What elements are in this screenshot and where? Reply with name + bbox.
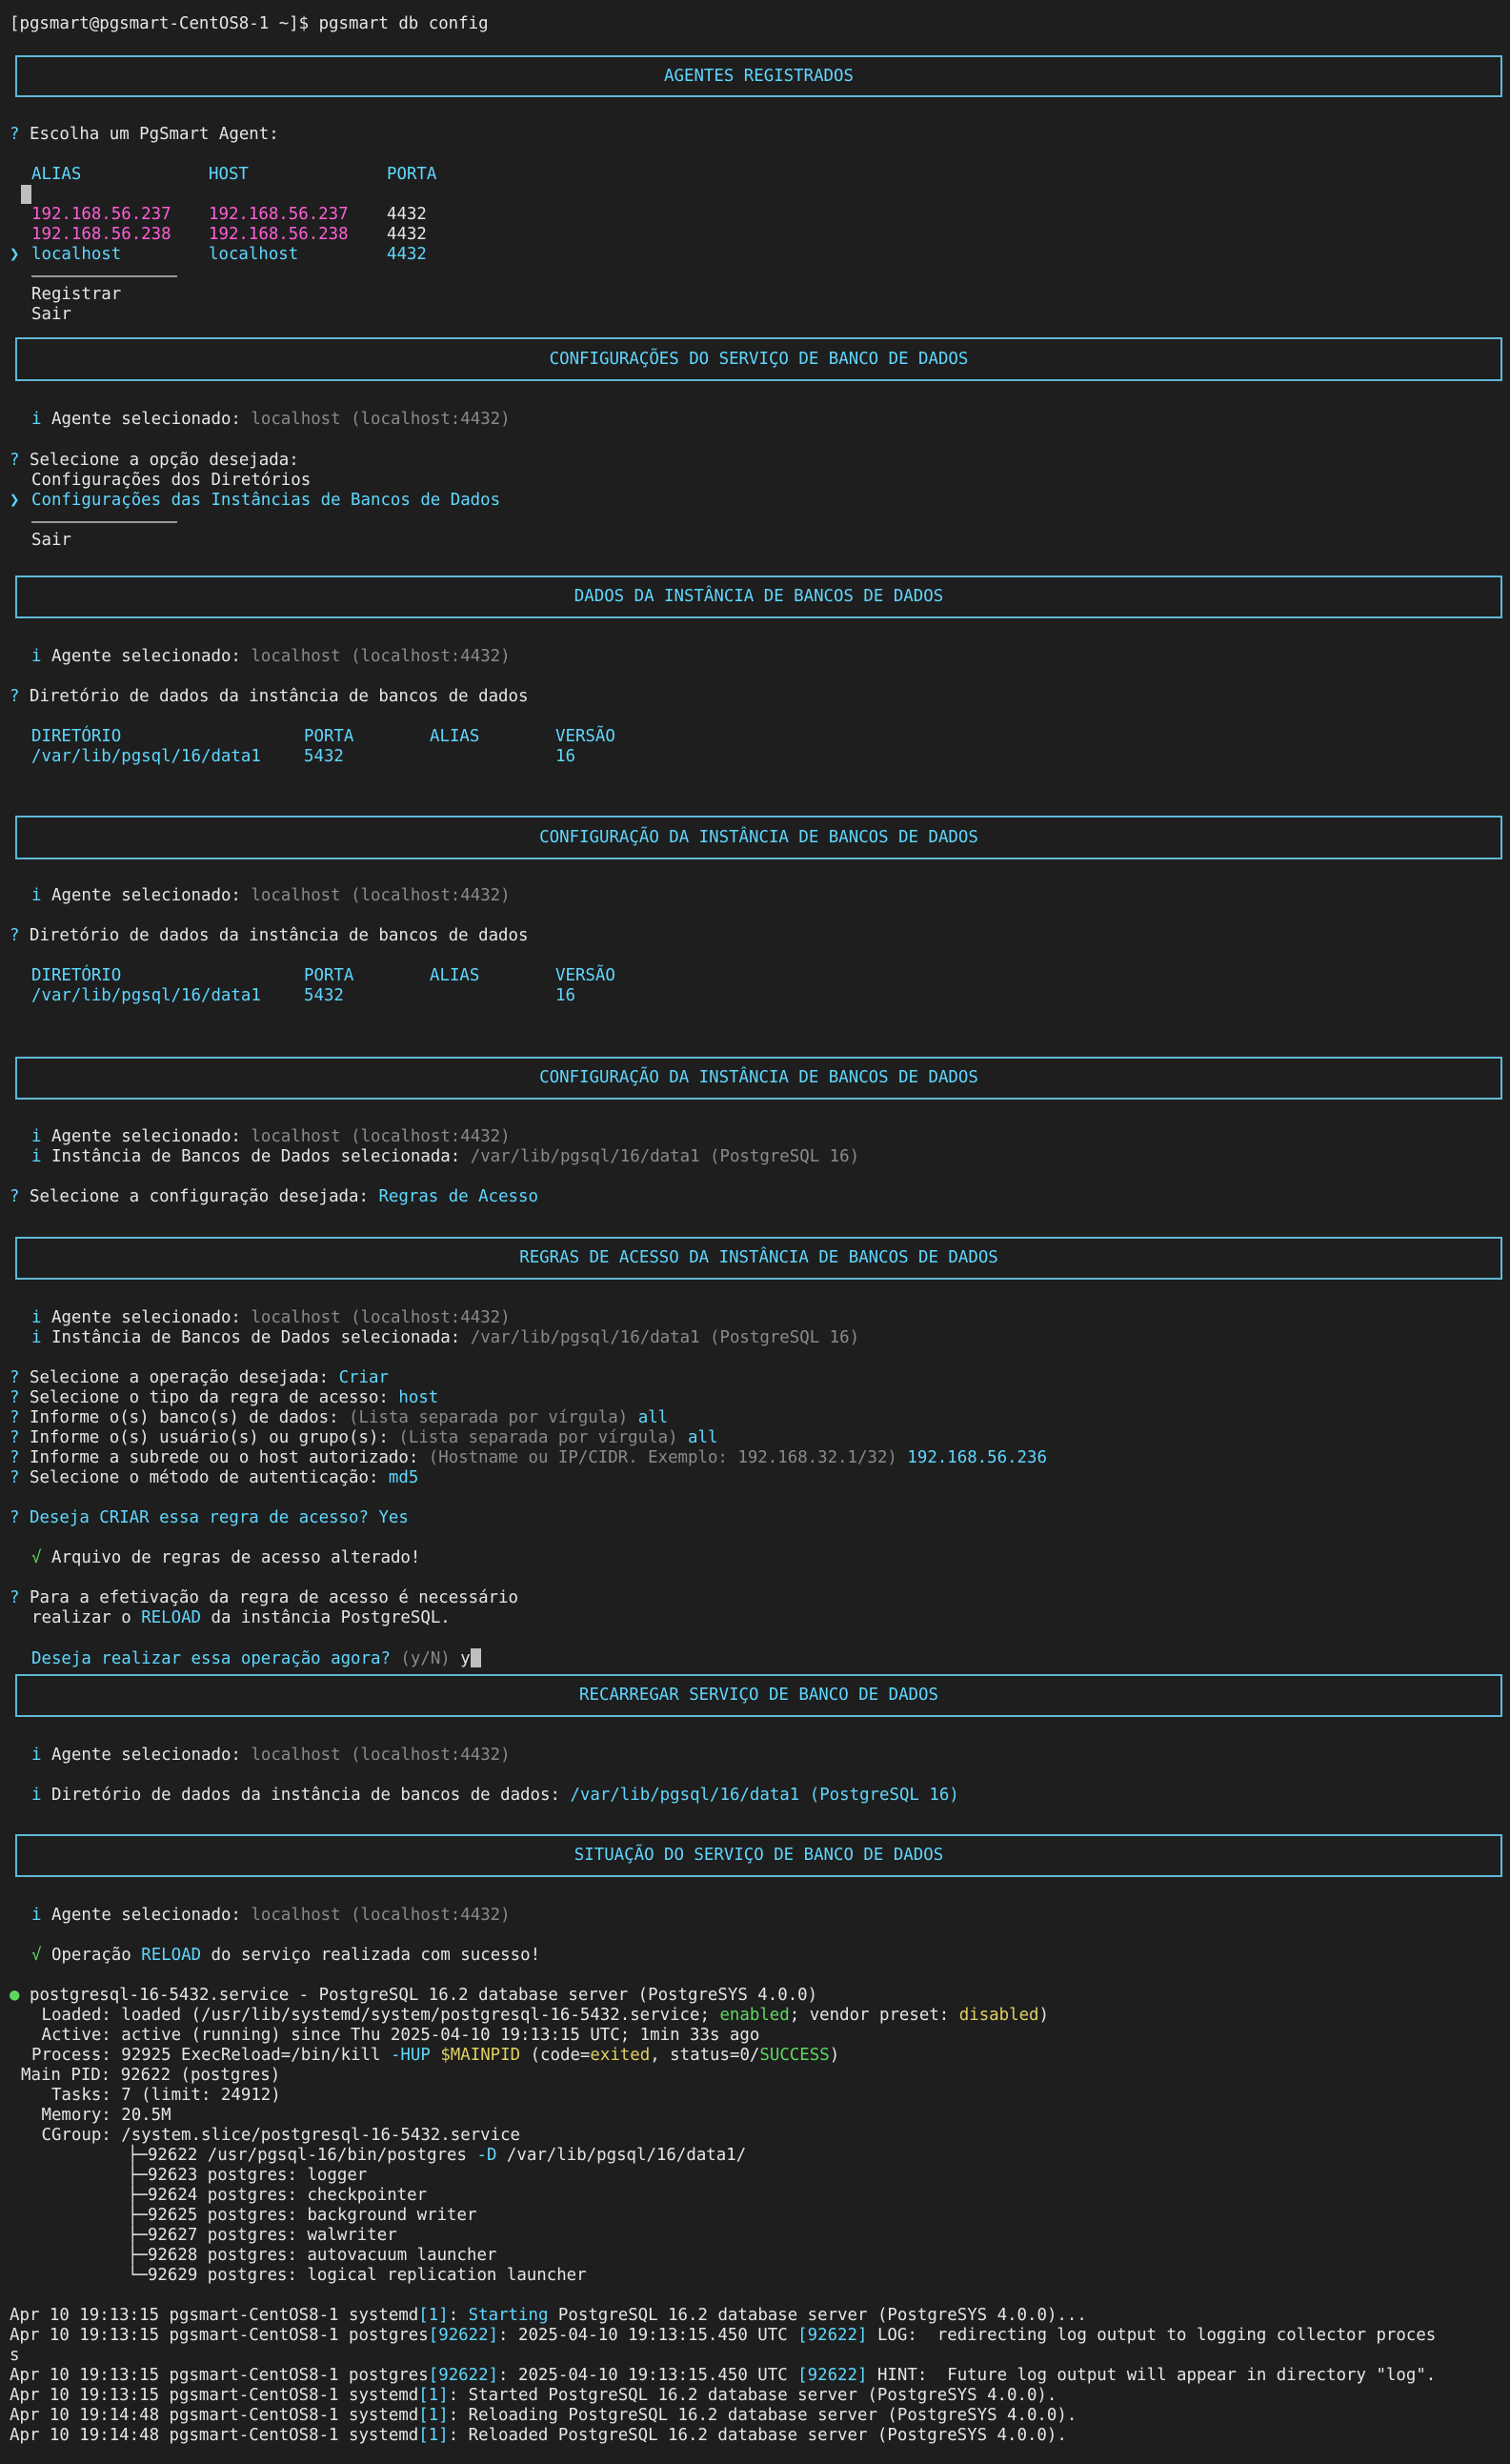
- agent-info: i Agente selecionado: localhost (localho…: [31, 410, 511, 429]
- log-line-wrap: s: [10, 2346, 20, 2365]
- agent-header-alias: ALIAS: [31, 165, 82, 184]
- exit-option[interactable]: Sair: [31, 305, 71, 325]
- instance-header-alias: ALIAS: [430, 966, 480, 985]
- reload-notice: ? Para a efetivação da regra de acesso é…: [10, 1588, 519, 1607]
- pointer-icon: ❯: [10, 245, 20, 264]
- text-cursor: [21, 185, 31, 206]
- log-line: Apr 10 19:14:48 pgsmart-CentOS8-1 system…: [10, 2406, 1077, 2425]
- config-question: ? Selecione a configuração desejada: Reg…: [10, 1187, 538, 1206]
- instance-row-version: 16: [555, 986, 575, 1005]
- section-header-service-status: SITUAÇÃO DO SERVIÇO DE BANCO DE DADOS: [15, 1834, 1502, 1877]
- status-dot-icon: ●: [10, 1986, 20, 2005]
- agent-row-port: 4432: [387, 245, 427, 264]
- agent-row-port: 4432: [387, 205, 427, 224]
- agent-header-port: PORTA: [387, 165, 437, 184]
- log-line: Apr 10 19:13:15 pgsmart-CentOS8-1 postgr…: [10, 2326, 1437, 2345]
- section-header-agents: AGENTES REGISTRADOS: [15, 55, 1502, 97]
- instance-header-alias: ALIAS: [430, 727, 480, 746]
- instance-header-version: VERSÃO: [555, 727, 615, 746]
- instance-row-version: 16: [555, 747, 575, 766]
- instance-row-port: 5432: [304, 986, 344, 1005]
- service-process: Process: 92925 ExecReload=/bin/kill -HUP…: [31, 2046, 840, 2065]
- agent-info: i Agente selecionado: localhost (localho…: [31, 647, 511, 666]
- service-main-pid: Main PID: 92622 (postgres): [21, 2066, 281, 2085]
- agent-info: i Agente selecionado: localhost (localho…: [31, 886, 511, 905]
- service-loaded: Loaded: loaded (/usr/lib/systemd/system/…: [31, 2006, 1050, 2025]
- process-tree-item: ├─92628 postgres: autovacuum launcher: [128, 2246, 497, 2265]
- instance-info: i Instância de Bancos de Dados seleciona…: [31, 1147, 860, 1166]
- operation-answer: ? Selecione a operação desejada: Criar: [10, 1368, 389, 1387]
- terminal-window[interactable]: [pgsmart@pgsmart-CentOS8-1 ~]$ pgsmart d…: [0, 0, 1510, 2464]
- process-tree-item: ├─92625 postgres: background writer: [128, 2206, 477, 2225]
- section-header-reload-service: RECARREGAR SERVIÇO DE BANCO DE DADOS: [15, 1674, 1502, 1717]
- agent-header-host: HOST: [209, 165, 249, 184]
- option-question: ? Selecione a opção desejada:: [10, 451, 299, 470]
- user-answer: ? Informe o(s) usuário(s) ou grupo(s): (…: [10, 1428, 718, 1447]
- process-tree-item: └─92629 postgres: logical replication la…: [128, 2266, 587, 2285]
- confirm-question: ? Deseja CRIAR essa regra de acesso? Yes: [10, 1508, 409, 1527]
- reload-now-prompt[interactable]: Deseja realizar essa operação agora? (y/…: [31, 1648, 481, 1669]
- service-memory: Memory: 20.5M: [31, 2106, 171, 2125]
- section-header-instance-config: CONFIGURAÇÃO DA INSTÂNCIA DE BANCOS DE D…: [15, 816, 1502, 859]
- shell-prompt: [pgsmart@pgsmart-CentOS8-1 ~]$ pgsmart d…: [10, 14, 489, 33]
- agent-row[interactable]: 192.168.56.238: [31, 225, 171, 245]
- log-line: Apr 10 19:13:15 pgsmart-CentOS8-1 postgr…: [10, 2366, 1437, 2385]
- service-status-head: ● postgresql-16-5432.service - PostgreSQ…: [10, 1986, 818, 2005]
- instance-header-dir: DIRETÓRIO: [31, 966, 122, 985]
- reload-success-message: √ Operação RELOAD do serviço realizada c…: [31, 1946, 541, 1965]
- instance-row-dir[interactable]: /var/lib/pgsql/16/data1: [31, 986, 261, 1006]
- rule-type-answer: ? Selecione o tipo da regra de acesso: h…: [10, 1388, 439, 1407]
- separator: [31, 521, 177, 523]
- agent-row-host: 192.168.56.238: [209, 225, 349, 244]
- agent-row-selected[interactable]: localhost: [31, 245, 121, 265]
- process-tree-item: ├─92624 postgres: checkpointer: [128, 2186, 428, 2205]
- log-line: Apr 10 19:13:15 pgsmart-CentOS8-1 system…: [10, 2306, 1087, 2325]
- data-directory-info: i Diretório de dados da instância de ban…: [31, 1786, 959, 1805]
- instance-header-port: PORTA: [304, 966, 354, 985]
- success-message: √ Arquivo de regras de acesso alterado!: [31, 1548, 421, 1567]
- log-line: Apr 10 19:13:15 pgsmart-CentOS8-1 system…: [10, 2386, 1057, 2405]
- separator: [31, 275, 177, 277]
- instance-header-dir: DIRETÓRIO: [31, 727, 122, 746]
- directory-question: ? Diretório de dados da instância de ban…: [10, 926, 529, 945]
- section-header-instance-data: DADOS DA INSTÂNCIA DE BANCOS DE DADOS: [15, 576, 1502, 618]
- section-header-instance-config-2: CONFIGURAÇÃO DA INSTÂNCIA DE BANCOS DE D…: [15, 1057, 1502, 1100]
- directory-question: ? Diretório de dados da instância de ban…: [10, 687, 529, 706]
- pointer-icon: ❯: [10, 491, 20, 510]
- agent-row-host: localhost: [209, 245, 299, 264]
- text-cursor: [470, 1648, 481, 1667]
- option-instances-selected[interactable]: Configurações das Instâncias de Bancos d…: [31, 491, 500, 511]
- service-cgroup: CGroup: /system.slice/postgresql-16-5432…: [31, 2126, 521, 2145]
- service-active: Active: active (running) since Thu 2025-…: [31, 2026, 760, 2045]
- instance-row-port: 5432: [304, 747, 344, 766]
- agent-info: i Agente selecionado: localhost (localho…: [31, 1308, 511, 1327]
- agent-info: i Agente selecionado: localhost (localho…: [31, 1906, 511, 1925]
- auth-answer: ? Selecione o método de autenticação: md…: [10, 1468, 419, 1487]
- process-tree-item: ├─92622 /usr/pgsql-16/bin/postgres -D /v…: [128, 2146, 747, 2165]
- process-tree-item: ├─92623 postgres: logger: [128, 2166, 368, 2185]
- agent-info: i Agente selecionado: localhost (localho…: [31, 1746, 511, 1765]
- instance-header-version: VERSÃO: [555, 966, 615, 985]
- service-tasks: Tasks: 7 (limit: 24912): [31, 2086, 281, 2105]
- reload-notice-line2: realizar o RELOAD da instância PostgreSQ…: [31, 1608, 451, 1627]
- agent-question: ? Escolha um PgSmart Agent:: [10, 125, 279, 144]
- network-answer: ? Informe a subrede ou o host autorizado…: [10, 1448, 1047, 1467]
- agent-row[interactable]: 192.168.56.237: [31, 205, 171, 225]
- process-tree-item: ├─92627 postgres: walwriter: [128, 2226, 397, 2245]
- instance-header-port: PORTA: [304, 727, 354, 746]
- agent-row-host: 192.168.56.237: [209, 205, 349, 224]
- agent-info: i Agente selecionado: localhost (localho…: [31, 1127, 511, 1146]
- option-directories[interactable]: Configurações dos Diretórios: [31, 471, 311, 491]
- section-header-service-config: CONFIGURAÇÕES DO SERVIÇO DE BANCO DE DAD…: [15, 337, 1502, 381]
- database-answer: ? Informe o(s) banco(s) de dados: (Lista…: [10, 1408, 669, 1427]
- section-header-access-rules: REGRAS DE ACESSO DA INSTÂNCIA DE BANCOS …: [15, 1237, 1502, 1280]
- agent-row-port: 4432: [387, 225, 427, 244]
- log-line: Apr 10 19:14:48 pgsmart-CentOS8-1 system…: [10, 2426, 1067, 2445]
- instance-info: i Instância de Bancos de Dados seleciona…: [31, 1328, 860, 1347]
- register-option[interactable]: Registrar: [31, 285, 121, 305]
- exit-option[interactable]: Sair: [31, 531, 71, 551]
- instance-row-dir[interactable]: /var/lib/pgsql/16/data1: [31, 747, 261, 767]
